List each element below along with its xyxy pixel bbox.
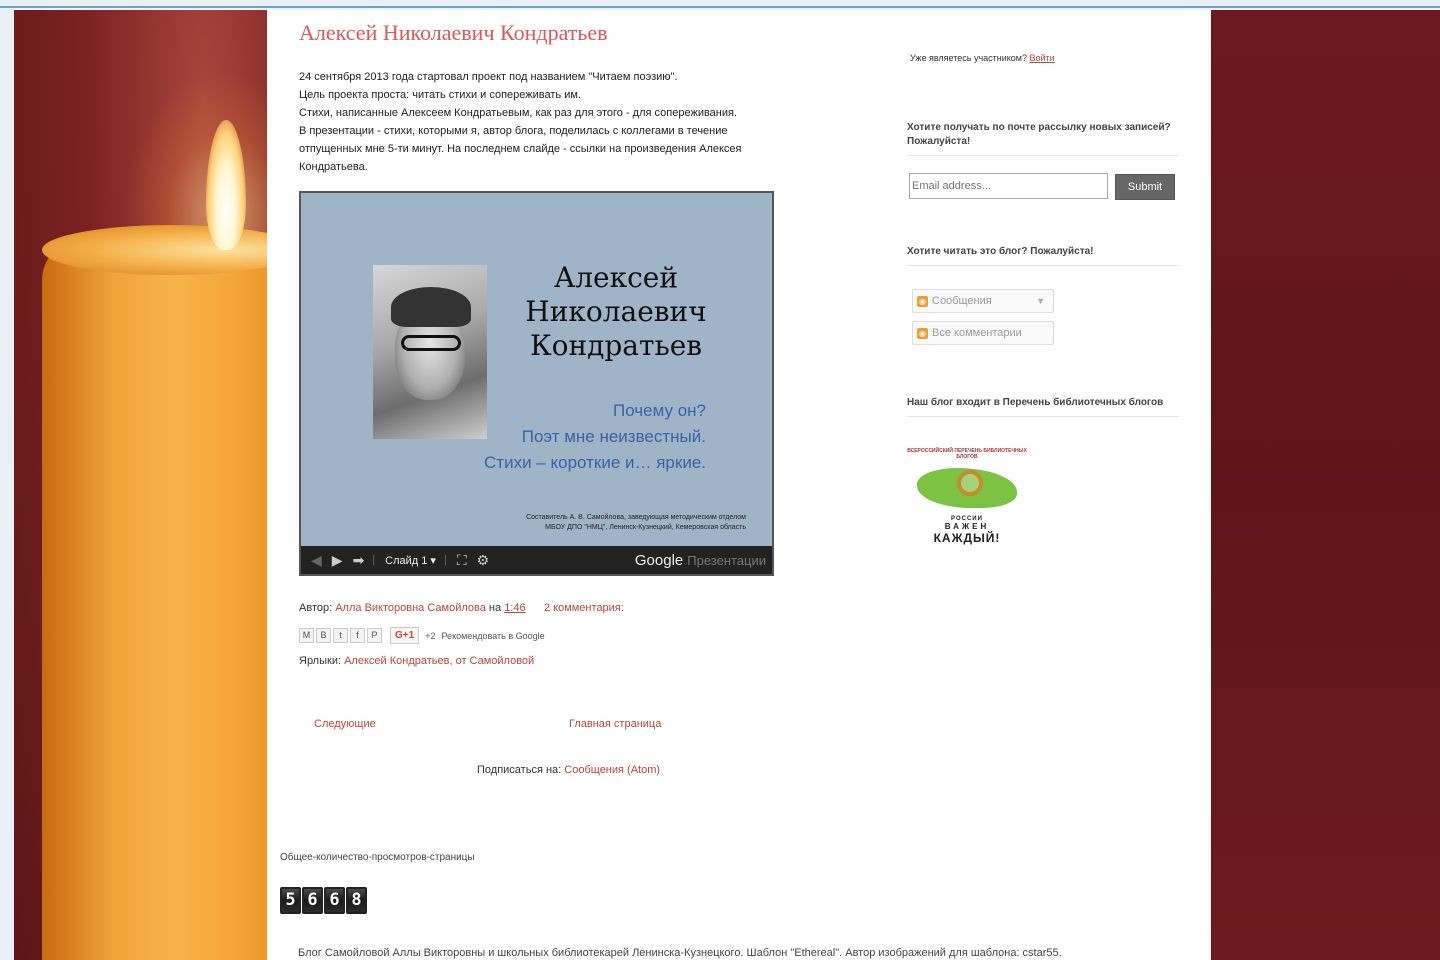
slide-title: Алексей Николаевич Кондратьев xyxy=(511,261,721,363)
page-footer: Блог Самойловой Аллы Викторовны и школьн… xyxy=(298,947,1062,959)
badge-line2: ВАЖЕН xyxy=(944,522,990,531)
candle-body xyxy=(42,240,267,960)
slide-text-line: Почему он? xyxy=(612,401,706,420)
catalog-title: Наш блог входит в Перечень библиотечных … xyxy=(907,396,1179,417)
gear-icon[interactable]: ⚙ xyxy=(477,552,490,569)
pageview-counter: 5 6 6 8 xyxy=(280,887,368,914)
post-title[interactable]: Алексей Николаевич Кондратьев xyxy=(299,20,608,46)
divider: | xyxy=(372,554,376,566)
plus-count: +2 xyxy=(425,630,436,641)
post-paragraph: 24 сентября 2013 года стартовал проект п… xyxy=(299,71,678,83)
rss-icon: ◉ xyxy=(917,327,928,339)
fullscreen-icon[interactable]: ⛶ xyxy=(457,552,467,569)
blog-content: Алексей Николаевич Кондратьев 24 сентябр… xyxy=(267,10,1211,960)
post-body: 24 сентября 2013 года стартовал проект п… xyxy=(299,68,829,176)
twitter-share-icon[interactable]: t xyxy=(333,628,348,643)
posts-feed-dropdown[interactable]: ◉ Сообщения ▼ xyxy=(912,289,1054,313)
slide-selector-label: Слайд 1 xyxy=(385,554,428,567)
labels-prefix: Ярлыки: xyxy=(299,655,342,667)
library-blogs-badge[interactable]: ВСЕРОССИЙСКИЙ ПЕРЕЧЕНЬ БИБЛИОТЕЧНЫХ БЛОГ… xyxy=(907,448,1027,566)
at-label: на xyxy=(488,602,502,614)
slide-title-line: Кондратьев xyxy=(529,329,703,362)
blogthis-icon[interactable]: B xyxy=(316,628,331,643)
email-input[interactable] xyxy=(909,173,1108,199)
counter-digit: 6 xyxy=(324,887,345,914)
subscribe-prefix: Подписаться на: xyxy=(477,764,562,776)
slide-credit-line: Составитель А. В. Самойлова, заведующая … xyxy=(526,514,746,521)
submit-button[interactable]: Submit xyxy=(1115,174,1175,200)
play-icon[interactable]: ▶ xyxy=(332,552,343,569)
gplus-button[interactable]: G+1 xyxy=(390,627,420,644)
slide-text-line: Стихи – короткие и… яркие. xyxy=(484,453,706,472)
slide-text-line: Поэт мне неизвестный. xyxy=(521,427,706,446)
post-paragraph: Стихи, написанные Алексеем Кондратьевым,… xyxy=(299,107,738,119)
badge-top-text: ВСЕРОССИЙСКИЙ ПЕРЕЧЕНЬ БИБЛИОТЕЧНЫХ БЛОГ… xyxy=(907,448,1027,460)
slide-title-line: Алексей xyxy=(554,261,678,294)
post-labels: Ярлыки: Алексей Кондратьев, от Самойлово… xyxy=(299,655,534,667)
member-prefix: Уже являетесь участником? xyxy=(910,53,1027,63)
photo-glasses xyxy=(401,335,461,351)
posts-feed-label: Сообщения xyxy=(932,295,992,307)
comments-link[interactable]: 2 комментария: xyxy=(544,602,624,614)
counter-digit: 6 xyxy=(302,887,323,914)
post-paragraph: отпущенных мне 5-ти минут. На последнем … xyxy=(299,143,742,155)
slide-title-line: Николаевич xyxy=(525,295,707,328)
comments-feed-label: Все комментарии xyxy=(932,327,1022,339)
post-time-link[interactable]: 1:46 xyxy=(504,602,525,614)
author-photo xyxy=(373,265,487,439)
post-paragraph: Кондратьева. xyxy=(299,161,368,173)
author-prefix: Автор: xyxy=(299,602,333,614)
counter-digit: 5 xyxy=(280,887,301,914)
presentations-label: Презентации xyxy=(687,552,766,568)
browser-frame-top xyxy=(0,0,1440,8)
photo-hair xyxy=(391,287,471,327)
pinterest-share-icon[interactable]: P xyxy=(367,628,382,643)
comments-feed-dropdown[interactable]: ◉ Все комментарии xyxy=(912,321,1054,345)
magnifier-icon xyxy=(957,470,983,496)
atom-feed-link[interactable]: Сообщения (Atom) xyxy=(564,764,660,776)
follow-title: Хотите читать это блог? Пожалуйста! xyxy=(907,245,1179,266)
russia-map-icon xyxy=(917,468,1017,508)
login-link[interactable]: Войти xyxy=(1030,53,1055,63)
presentation-controls: ◀ ▶ ➡ | Слайд 1 ▾ | ⛶ ⚙ Google Презентац… xyxy=(301,546,772,574)
recommend-label: Рекомендовать в Google xyxy=(441,630,545,641)
facebook-share-icon[interactable]: f xyxy=(350,628,365,643)
email-share-icon[interactable]: M xyxy=(299,628,314,643)
presentation-embed[interactable]: Алексей Николаевич Кондратьев Почему он?… xyxy=(299,191,774,576)
chevron-down-icon: ▼ xyxy=(1036,296,1045,306)
post-paragraph: В презентации - стихи, которыми я, автор… xyxy=(299,125,728,137)
next-posts-link[interactable]: Следующие xyxy=(314,718,376,730)
divider: | xyxy=(443,554,447,566)
counter-digit: 8 xyxy=(346,887,367,914)
pageview-counter-title: Общее-количество-просмотров-страницы xyxy=(280,852,475,863)
next-arrow-icon[interactable]: ➡ xyxy=(353,552,365,569)
member-login: Уже являетесь участником? Войти xyxy=(910,53,1055,63)
slide-selector[interactable]: Слайд 1 ▾ xyxy=(385,554,436,567)
slide-credit: Составитель А. В. Самойлова, заведующая … xyxy=(441,513,746,533)
right-background xyxy=(1211,10,1440,960)
share-buttons: M B t f P G+1 +2 Рекомендовать в Google xyxy=(299,627,545,644)
prev-arrow-icon[interactable]: ◀ xyxy=(311,552,322,569)
google-logo: Google xyxy=(634,551,684,569)
candle-background xyxy=(14,10,267,960)
subscribe-row: Подписаться на: Сообщения (Atom) xyxy=(477,764,660,776)
slide-credit-line: МБОУ ДПО "НМЦ", Ленинск-Кузнецкий, Кемер… xyxy=(545,524,746,531)
browser-frame-left xyxy=(0,8,14,960)
home-link[interactable]: Главная страница xyxy=(569,718,661,730)
labels-link[interactable]: Алексей Кондратьев, от Самойловой xyxy=(344,655,534,667)
post-paragraph: Цель проекта проста: читать стихи и сопе… xyxy=(299,89,581,101)
author-link[interactable]: Алла Викторовна Самойлова xyxy=(335,602,486,614)
email-subscribe-title: Хотите получать по почте рассылку новых … xyxy=(907,121,1179,156)
badge-line3: КАЖДЫЙ! xyxy=(933,531,1001,545)
post-meta: Автор: Алла Викторовна Самойлова на 1:46… xyxy=(299,602,624,614)
rss-icon: ◉ xyxy=(917,295,928,307)
